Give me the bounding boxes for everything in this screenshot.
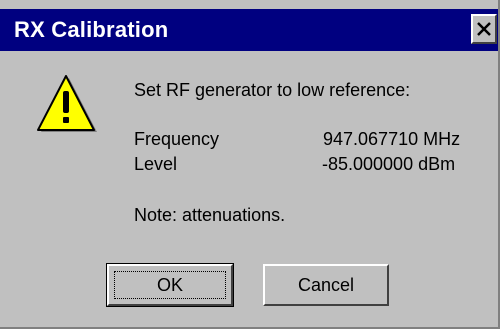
frequency-label: Frequency [134,129,220,149]
window-title: RX Calibration [14,17,169,42]
focus-rectangle [114,271,226,299]
cancel-button-label: Cancel [297,275,355,295]
instruction-text: Set RF generator to low reference: [134,80,411,100]
title-bar[interactable]: RX Calibration [0,9,498,51]
level-label: Level [134,154,178,174]
close-icon [477,22,491,36]
rx-calibration-dialog: RX Calibration Set RF generator to low r… [0,0,500,329]
warning-icon [35,75,99,135]
ok-button[interactable]: OK [106,263,234,307]
cancel-button[interactable]: Cancel [263,264,389,306]
close-button[interactable] [471,14,497,44]
note-text: Note: attenuations. [134,205,286,225]
frequency-value: 947.067710 MHz [323,129,461,149]
level-value: -85.000000 dBm [322,154,456,174]
